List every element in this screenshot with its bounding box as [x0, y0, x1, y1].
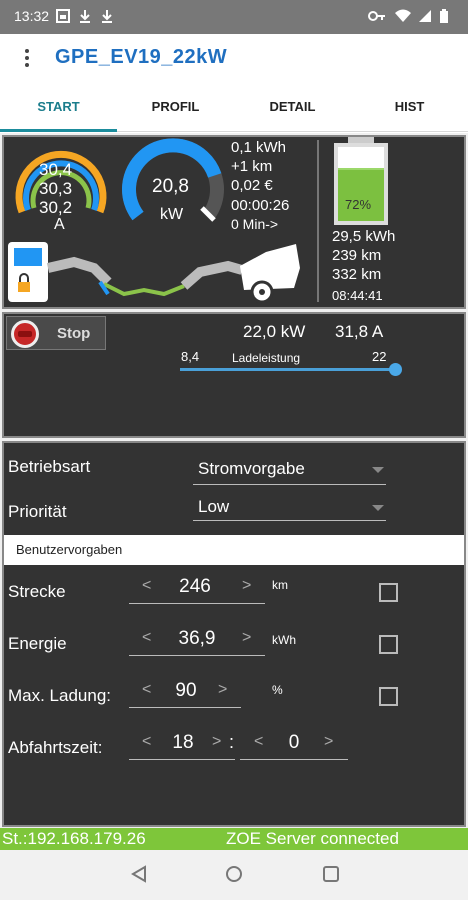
signal-icon — [418, 9, 432, 28]
power-unit: kW — [160, 206, 184, 223]
image-icon — [56, 9, 70, 28]
system-nav-bar — [0, 850, 468, 900]
download-icon — [100, 9, 114, 28]
stop-charging-button[interactable]: Stop — [6, 316, 106, 350]
slider-title: Ladeleistung — [232, 351, 301, 365]
departure-hour-increment-icon[interactable]: > — [212, 733, 221, 751]
distance-unit: km — [272, 578, 288, 592]
max-charge-unit: % — [272, 683, 283, 697]
priority-value[interactable]: Low — [198, 497, 229, 517]
session-cost: 0,02 € — [231, 177, 273, 194]
energy-increment-icon[interactable]: > — [242, 629, 251, 647]
mode-dropdown-arrow-icon[interactable] — [372, 467, 384, 473]
battery-time: 08:44:41 — [332, 288, 383, 303]
energy-unit: kWh — [272, 633, 296, 647]
tab-bar: START PROFIL DETAIL HIST — [0, 84, 468, 132]
departure-hour-decrement-icon[interactable]: < — [142, 733, 151, 751]
distance-value[interactable]: 246 — [160, 576, 230, 598]
status-time: 13:32 — [14, 8, 50, 24]
slider-max-label: 22 — [372, 349, 387, 364]
session-distance: +1 km — [231, 158, 273, 175]
key-icon — [368, 9, 386, 28]
current-unit: A — [54, 216, 65, 233]
tab-detail[interactable]: DETAIL — [234, 84, 351, 132]
app-bar: GPE_EV19_22kW — [0, 34, 468, 84]
mode-label: Betriebsart — [8, 457, 91, 476]
session-duration: 00:00:26 — [231, 197, 290, 214]
battery-level-icon — [334, 143, 388, 225]
charging-current: 31,8 A — [335, 322, 384, 341]
session-remaining: 0 Min-> — [231, 216, 279, 232]
mode-underline — [193, 484, 386, 485]
overflow-menu-icon[interactable] — [20, 47, 34, 71]
battery-icon — [440, 9, 448, 28]
current-phase1: 30,4 — [39, 160, 73, 179]
max-charge-underline — [129, 707, 241, 708]
tab-profil[interactable]: PROFIL — [117, 84, 234, 132]
max-charge-value[interactable]: 90 — [156, 680, 216, 702]
tab-indicator — [0, 129, 117, 132]
departure-hour-value[interactable]: 18 — [156, 732, 210, 754]
recents-icon[interactable] — [322, 865, 340, 888]
departure-separator: : — [229, 732, 235, 752]
download-icon — [78, 9, 92, 28]
tab-start[interactable]: START — [0, 84, 117, 132]
charging-illustration — [8, 242, 300, 304]
stop-icon — [11, 320, 39, 348]
departure-minute-underline — [240, 759, 348, 760]
distance-increment-icon[interactable]: > — [242, 577, 251, 595]
priority-underline — [193, 520, 386, 521]
mode-value[interactable]: Stromvorgabe — [198, 459, 305, 479]
departure-label: Abfahrtszeit: — [8, 738, 103, 757]
current-phase3: 30,2 — [39, 198, 73, 217]
max-charge-label: Max. Ladung: — [8, 686, 112, 705]
energy-label: Energie — [8, 634, 67, 653]
settings-panel — [2, 441, 466, 827]
battery-energy: 29,5 kWh — [332, 228, 396, 245]
charging-power-slider-track[interactable] — [180, 368, 396, 371]
charging-power-slider-thumb[interactable] — [389, 363, 402, 376]
battery-soc: 72% — [345, 197, 372, 212]
server-status: ZOE Server connected — [226, 829, 399, 848]
energy-checkbox[interactable] — [379, 635, 398, 654]
departure-minute-decrement-icon[interactable]: < — [254, 733, 263, 751]
distance-checkbox[interactable] — [379, 583, 398, 602]
session-energy: 0,1 kWh — [231, 139, 287, 156]
departure-minute-value[interactable]: 0 — [270, 732, 318, 754]
battery-range-1: 239 km — [332, 247, 382, 264]
status-bar: 13:32 — [0, 0, 468, 34]
power-value: 20,8 — [152, 176, 189, 197]
slider-min-label: 8,4 — [181, 349, 200, 364]
station-address: St.:192.168.179.26 — [2, 829, 146, 848]
home-icon[interactable] — [225, 865, 243, 888]
tab-hist[interactable]: HIST — [351, 84, 468, 132]
distance-underline — [129, 603, 265, 604]
wifi-icon — [394, 9, 412, 28]
app-title: GPE_EV19_22kW — [55, 46, 228, 68]
priority-dropdown-arrow-icon[interactable] — [372, 505, 384, 511]
max-charge-checkbox[interactable] — [379, 687, 398, 706]
stop-button-label: Stop — [57, 325, 91, 342]
section-header-user-settings: Benutzervorgaben — [4, 535, 464, 565]
energy-value[interactable]: 36,9 — [160, 628, 234, 650]
battery-range-2: 332 km — [332, 266, 382, 283]
departure-hour-underline — [129, 759, 235, 760]
priority-label: Priorität — [8, 502, 67, 521]
distance-label: Strecke — [8, 582, 66, 601]
back-icon[interactable] — [130, 865, 148, 888]
max-charge-increment-icon[interactable]: > — [218, 681, 227, 699]
connection-status-bar: St.:192.168.179.26 ZOE Server connected — [0, 828, 468, 850]
distance-decrement-icon[interactable]: < — [142, 577, 151, 595]
max-charge-decrement-icon[interactable]: < — [142, 681, 151, 699]
charging-power: 22,0 kW — [243, 322, 306, 341]
departure-minute-increment-icon[interactable]: > — [324, 733, 333, 751]
energy-underline — [129, 655, 265, 656]
current-phase2: 30,3 — [39, 179, 73, 198]
energy-decrement-icon[interactable]: < — [142, 629, 151, 647]
panel-divider — [317, 140, 319, 302]
